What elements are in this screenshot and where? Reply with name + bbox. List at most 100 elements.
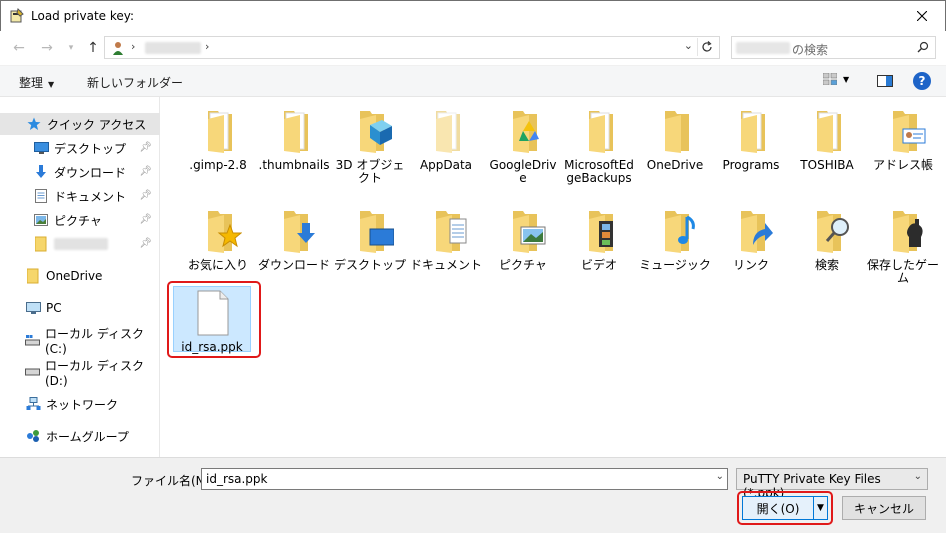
open-button[interactable]: 開く(O) ▼: [742, 496, 828, 520]
file-item-label: アドレス帳: [872, 158, 933, 172]
file-item-id-rsa-ppk[interactable]: id_rsa.ppk: [173, 286, 251, 354]
cancel-button[interactable]: キャンセル: [842, 496, 926, 520]
file-item-label: GoogleDrive: [489, 158, 557, 185]
sidebar-item-homegroup[interactable]: ホームグループ: [0, 425, 160, 447]
sidebar-item-network[interactable]: ネットワーク: [0, 393, 160, 415]
sidebar-item-pictures[interactable]: ピクチャ 📌︎: [0, 209, 160, 231]
drive-c-icon: [25, 332, 40, 348]
file-item-documents[interactable]: ドキュメント: [409, 207, 483, 272]
sidebar-item-redacted-folder[interactable]: 📌︎: [0, 233, 160, 255]
file-item-microsoftedgebackups[interactable]: MicrosoftEdgeBackups: [562, 107, 636, 185]
pin-icon[interactable]: 📌︎: [139, 142, 152, 153]
file-item-videos[interactable]: ビデオ: [562, 207, 636, 272]
file-item-thumbnails[interactable]: .thumbnails: [257, 107, 331, 172]
file-item-favorites[interactable]: お気に入り: [181, 207, 255, 272]
file-item-desktop[interactable]: デスクトップ: [333, 207, 407, 272]
contacts-folder-icon: [879, 107, 927, 155]
up-arrow-icon[interactable]: ↑: [84, 39, 102, 57]
address-box[interactable]: › › ⌄: [104, 36, 720, 59]
open-dropdown-icon[interactable]: ▼: [813, 497, 827, 519]
file-item-googledrive[interactable]: GoogleDrive: [486, 107, 560, 185]
sidebar-item-label: ダウンロード: [54, 165, 127, 180]
breadcrumb-chevron-icon[interactable]: ›: [131, 40, 135, 53]
folder-icon: [803, 107, 851, 155]
file-item-label: MicrosoftEdgeBackups: [564, 158, 634, 185]
homegroup-icon: [25, 428, 41, 444]
sidebar-item-local-disk-d[interactable]: ローカル ディスク (D:): [0, 359, 160, 388]
view-options-button[interactable]: ▼: [823, 73, 849, 85]
sidebar-item-downloads[interactable]: ダウンロード 📌︎: [0, 161, 160, 183]
file-item-label: 3D オブジェクト: [335, 158, 405, 185]
pin-icon[interactable]: 📌︎: [139, 214, 152, 225]
3d-cube-folder-icon: [346, 107, 394, 155]
organize-button[interactable]: 整理 ▼: [19, 74, 54, 91]
sidebar-item-documents[interactable]: ドキュメント 📌︎: [0, 185, 160, 207]
folder-icon: [270, 107, 318, 155]
file-item-label: id_rsa.ppk: [181, 340, 243, 354]
chevron-down-icon[interactable]: ⌄: [716, 471, 724, 482]
downloads-folder-icon: [270, 207, 318, 255]
sidebar-item-label: デスクトップ: [54, 141, 127, 156]
file-item-label: 検索: [814, 258, 839, 272]
refresh-icon[interactable]: [697, 38, 715, 56]
sidebar-item-local-disk-c[interactable]: ローカル ディスク (C:): [0, 327, 160, 356]
caret-down-icon: ▼: [48, 80, 55, 89]
file-item-label: ミュージック: [639, 258, 711, 272]
file-item-toshiba[interactable]: TOSHIBA: [790, 107, 864, 172]
file-item-programs[interactable]: Programs: [714, 107, 788, 172]
sidebar-item-label: ローカル ディスク (D:): [45, 358, 144, 388]
dialog-footer: ファイル名(N): id_rsa.ppk ⌄ PuTTY Private Key…: [0, 457, 946, 533]
chevron-down-icon[interactable]: ⌄: [914, 471, 922, 482]
download-arrow-icon: [33, 164, 49, 180]
drive-d-icon: [25, 364, 40, 380]
sidebar-item-quick-access[interactable]: クイック アクセス: [0, 113, 160, 135]
file-item-appdata[interactable]: AppData: [409, 107, 483, 172]
file-item-saved-games[interactable]: 保存したゲーム: [866, 207, 940, 285]
file-item-pictures[interactable]: ピクチャ: [486, 207, 560, 272]
folder-icon: [194, 107, 242, 155]
saved-games-folder-icon: [879, 207, 927, 255]
sidebar-item-desktop[interactable]: デスクトップ 📌︎: [0, 137, 160, 159]
file-item-label: ビデオ: [580, 258, 617, 272]
breadcrumb-redacted: [145, 42, 201, 54]
search-folder-icon: [803, 207, 851, 255]
search-icon[interactable]: [917, 41, 929, 56]
chevron-down-icon[interactable]: ⌄: [684, 39, 693, 52]
file-item-3d-objects[interactable]: 3D オブジェクト: [333, 107, 407, 185]
file-item-label: 保存したゲーム: [866, 258, 939, 285]
back-arrow-icon[interactable]: ←: [10, 39, 28, 57]
help-icon[interactable]: ?: [913, 72, 931, 90]
file-item-label: TOSHIBA: [800, 158, 854, 172]
preview-pane-icon[interactable]: [877, 75, 893, 90]
recent-dropdown-icon[interactable]: ▾: [62, 39, 80, 57]
file-item-music[interactable]: ミュージック: [638, 207, 712, 272]
sidebar-item-label: ローカル ディスク (C:): [45, 326, 144, 356]
pin-icon[interactable]: 📌︎: [139, 190, 152, 201]
file-item-address-book[interactable]: アドレス帳: [866, 107, 940, 172]
picture-icon: [33, 212, 49, 228]
putty-key-icon: [9, 8, 25, 24]
file-item-gimp[interactable]: .gimp-2.8: [181, 107, 255, 172]
document-icon: [33, 188, 49, 204]
sidebar-item-label: ピクチャ: [54, 213, 102, 228]
close-icon[interactable]: [899, 1, 945, 31]
folder-icon: [25, 268, 41, 284]
filename-field[interactable]: id_rsa.ppk ⌄: [201, 468, 728, 490]
pin-icon[interactable]: 📌︎: [139, 166, 152, 177]
file-item-label: リンク: [732, 258, 769, 272]
breadcrumb-chevron-icon[interactable]: ›: [205, 40, 209, 53]
file-item-label: OneDrive: [646, 158, 704, 172]
file-type-select[interactable]: PuTTY Private Key Files (*.ppk) ⌄: [736, 468, 928, 500]
computer-icon: [25, 300, 41, 316]
file-item-links[interactable]: リンク: [714, 207, 788, 272]
file-item-searches[interactable]: 検索: [790, 207, 864, 272]
sidebar-item-pc[interactable]: PC: [0, 297, 160, 319]
folder-icon: [33, 236, 49, 252]
new-folder-button[interactable]: 新しいフォルダー: [87, 74, 183, 91]
pin-icon[interactable]: 📌︎: [139, 238, 152, 249]
forward-arrow-icon[interactable]: →: [38, 39, 56, 57]
sidebar-item-onedrive[interactable]: OneDrive: [0, 265, 160, 287]
file-item-downloads[interactable]: ダウンロード: [257, 207, 331, 272]
file-item-onedrive[interactable]: OneDrive: [638, 107, 712, 172]
search-input[interactable]: の検索: [731, 36, 936, 59]
